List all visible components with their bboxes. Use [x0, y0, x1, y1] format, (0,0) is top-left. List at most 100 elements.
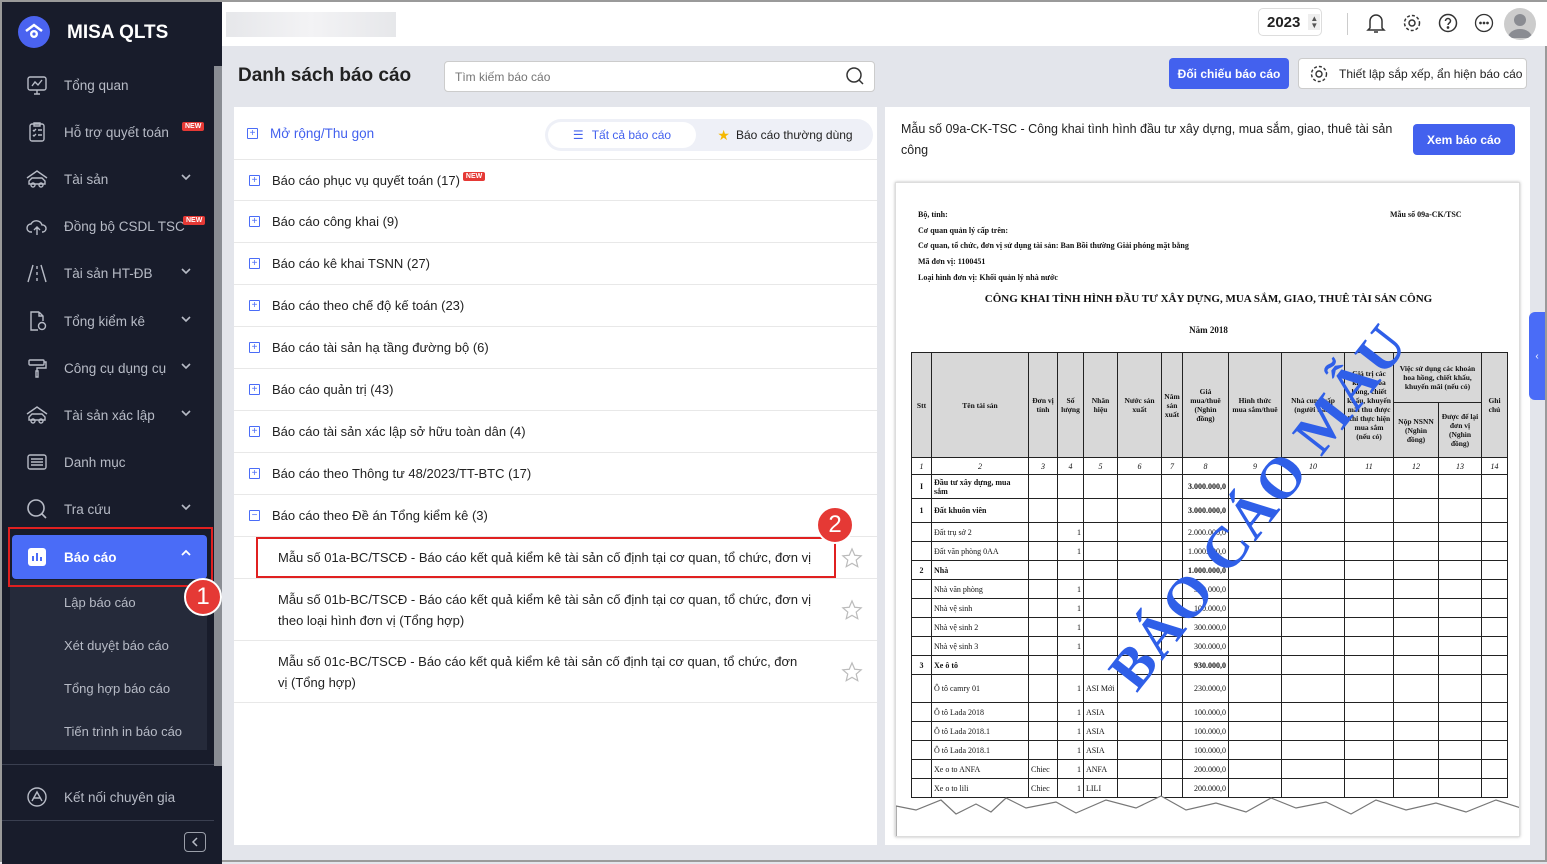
submenu-xet-duyet-bao-cao[interactable]: Xét duyệt báo cáo: [64, 638, 169, 653]
doc-cell: [1393, 579, 1439, 599]
doc-cell: [1344, 759, 1394, 779]
doc-cell: [1228, 674, 1282, 703]
doc-cell-name: Đất trụ sở 2: [931, 522, 1029, 542]
doc-cell-unit: [1028, 598, 1058, 618]
report-document-preview: Bộ, tỉnh: Cơ quan quản lý cấp trên: Cơ q…: [895, 182, 1520, 837]
stepper-arrows-icon[interactable]: ▲ ▼: [1308, 14, 1321, 30]
sidebar-item-tai-san-ht-db[interactable]: Tài sản HT-ĐB: [2, 253, 214, 293]
sidebar-item-label: Tài sản xác lập: [64, 407, 155, 423]
more-icon[interactable]: [1472, 11, 1496, 35]
expand-icon[interactable]: +: [249, 342, 260, 353]
report-settings-button[interactable]: Thiết lập sắp xếp, ẩn hiện báo cáo: [1298, 58, 1527, 89]
doc-cell-qty: 1: [1057, 598, 1084, 618]
group-label: Báo cáo công khai (9): [272, 214, 399, 229]
divider: [2, 764, 214, 765]
doc-cell-unit: [1028, 617, 1058, 637]
help-icon[interactable]: [1436, 11, 1460, 35]
doc-cell: [1393, 674, 1439, 703]
star-outline-icon[interactable]: [841, 661, 863, 683]
sidebar-item-dong-bo-csdl-tsc[interactable]: Đồng bộ CSDL TSC NEW: [2, 206, 214, 246]
sidebar-item-ket-noi-chuyen-gia[interactable]: Kết nối chuyên gia: [2, 777, 214, 817]
gear-icon[interactable]: [1400, 11, 1424, 35]
report-group-row[interactable]: + Báo cáo công khai (9): [234, 201, 877, 243]
collapse-icon[interactable]: −: [249, 510, 260, 521]
sidebar-item-tong-quan[interactable]: Tổng quan: [2, 65, 214, 105]
report-group-row[interactable]: + Báo cáo phục vụ quyết toán (17) NEW: [234, 159, 877, 201]
report-item[interactable]: Mẫu số 01c-BC/TSCĐ - Báo cáo kết quả kiể…: [234, 641, 877, 703]
doc-cell-unit: [1028, 636, 1058, 656]
doc-cell: [1344, 560, 1394, 580]
callout-badge-1: 1: [184, 578, 222, 616]
report-item[interactable]: Mẫu số 01b-BC/TSCĐ - Báo cáo kết quả kiể…: [234, 579, 877, 641]
compare-report-button[interactable]: Đối chiếu báo cáo: [1169, 58, 1289, 89]
search-icon[interactable]: [845, 66, 865, 91]
sidebar-item-danh-muc[interactable]: Danh mục: [2, 442, 214, 482]
report-group-row[interactable]: + Báo cáo tài sản xác lập sở hữu toàn dân…: [234, 411, 877, 453]
collapse-sidebar-button[interactable]: [184, 832, 206, 852]
collapse-preview-tab[interactable]: ‹: [1529, 312, 1545, 400]
doc-cell: [1281, 702, 1345, 722]
report-group-row[interactable]: + Báo cáo tài sản hạ tầng đường bộ (6): [234, 327, 877, 369]
expand-icon[interactable]: +: [249, 468, 260, 479]
submenu-tien-trinh-in-bao-cao[interactable]: Tiến trình in báo cáo: [64, 724, 182, 739]
group-label: Báo cáo tài sản hạ tầng đường bộ (6): [272, 340, 489, 355]
sidebar-item-ho-tro-quyet-toan[interactable]: Hỗ trợ quyết toán NEW: [2, 112, 214, 152]
doc-cell: [1393, 498, 1439, 523]
sidebar-item-cong-cu-dung-cu[interactable]: Công cụ dụng cụ: [2, 348, 214, 388]
doc-cell-qty: 1: [1057, 740, 1084, 760]
submenu-tong-hop-bao-cao[interactable]: Tổng hợp báo cáo: [64, 681, 170, 696]
doc-cell-stt: [911, 522, 932, 542]
expand-icon[interactable]: +: [249, 258, 260, 269]
year-stepper[interactable]: 2023 ▲ ▼: [1258, 8, 1322, 36]
expand-icon[interactable]: +: [249, 426, 260, 437]
star-outline-icon[interactable]: [841, 599, 863, 621]
sidebar-scrollbar[interactable]: [214, 66, 222, 766]
report-group-row[interactable]: + Báo cáo quản trị (43): [234, 369, 877, 411]
doc-header: Stt: [911, 352, 932, 458]
avatar[interactable]: [1504, 8, 1536, 40]
doc-cell: [1438, 598, 1482, 618]
doc-header: Nộp NSNN (Nghìn đồng): [1393, 402, 1439, 458]
sidebar-item-tong-kiem-ke[interactable]: Tổng kiểm kê: [2, 301, 214, 341]
callout-badge-2: 2: [816, 506, 854, 544]
report-group-row[interactable]: + Báo cáo kê khai TSNN (27): [234, 243, 877, 285]
sidebar-item-tai-san-xac-lap[interactable]: Tài sản xác lập: [2, 395, 214, 435]
doc-cell-stt: [911, 702, 932, 722]
button-label: Thiết lập sắp xếp, ẩn hiện báo cáo: [1339, 66, 1523, 81]
star-outline-icon[interactable]: [841, 547, 863, 569]
doc-cell-stt: [911, 541, 932, 561]
submenu-lap-bao-cao[interactable]: Lập báo cáo: [64, 595, 136, 610]
chevron-down-icon: [181, 268, 191, 275]
doc-cell-qty: [1057, 498, 1084, 523]
expand-icon[interactable]: +: [249, 384, 260, 395]
list-icon: [24, 449, 50, 475]
doc-table-row: I Đầu tư xây dựng, mua sắm 3.000.000,0: [911, 474, 1508, 499]
divider: [2, 820, 214, 821]
report-group-row[interactable]: + Báo cáo theo chế độ kế toán (23): [234, 285, 877, 327]
doc-cell-stt: 1: [911, 498, 932, 523]
expand-icon[interactable]: +: [249, 174, 260, 186]
doc-cell: [1438, 636, 1482, 656]
bell-icon[interactable]: [1364, 11, 1388, 35]
view-report-button[interactable]: Xem báo cáo: [1413, 124, 1515, 155]
search-input[interactable]: [444, 61, 875, 92]
chevron-left-icon: [191, 837, 198, 847]
report-group-row[interactable]: − Báo cáo theo Đề án Tổng kiểm kê (3): [234, 495, 877, 537]
doc-cell-unit: [1028, 721, 1058, 741]
doc-column-number: 1: [911, 457, 932, 475]
tab-favorite-reports[interactable]: ★ Báo cáo thường dùng: [705, 122, 865, 148]
expand-icon[interactable]: +: [249, 300, 260, 311]
expand-collapse-toggle[interactable]: + Mở rộng/Thu gọn: [247, 126, 374, 141]
doc-column-number: 6: [1117, 457, 1162, 475]
tab-all-reports[interactable]: ☰ Tất cả báo cáo: [548, 122, 696, 148]
group-label: Báo cáo quản trị (43): [272, 382, 394, 397]
report-list-panel: + Mở rộng/Thu gọn ☰ Tất cả báo cáo ★ Báo cá…: [234, 107, 877, 845]
doc-cell: [1161, 740, 1183, 760]
doc-cell: [1393, 655, 1439, 675]
sidebar-item-tra-cuu[interactable]: Tra cứu: [2, 489, 214, 529]
report-group-row[interactable]: + Báo cáo theo Thông tư 48/2023/TT-BTC (1…: [234, 453, 877, 495]
house-car-icon: [24, 166, 50, 192]
report-label: Mẫu số 01b-BC/TSCĐ - Báo cáo kết quả kiể…: [278, 591, 812, 628]
sidebar-item-tai-san[interactable]: Tài sản: [2, 159, 214, 199]
expand-icon[interactable]: +: [249, 216, 260, 227]
